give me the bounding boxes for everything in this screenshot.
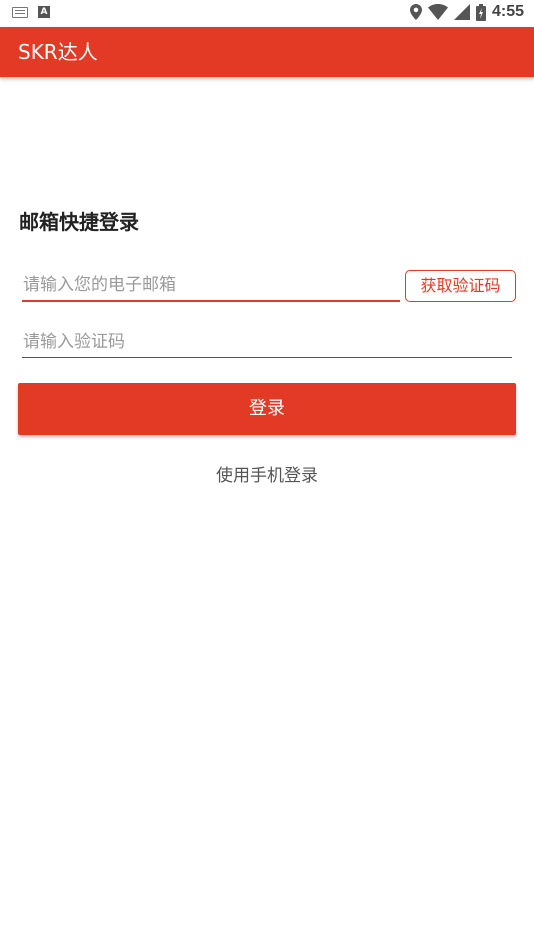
login-heading: 邮箱快捷登录: [19, 210, 139, 234]
battery-icon: [475, 3, 486, 21]
status-bar: A 4:55: [0, 0, 534, 27]
get-code-button[interactable]: 获取验证码: [405, 270, 516, 302]
app-bar: SKR达人: [0, 27, 534, 77]
wifi-icon: [427, 4, 448, 20]
email-field-container: [22, 270, 400, 302]
keyboard-icon: [12, 6, 28, 18]
status-time: 4:55: [491, 3, 524, 20]
code-field-container: [22, 326, 512, 358]
app-title: SKR达人: [18, 40, 98, 64]
signal-icon: [453, 4, 470, 20]
phone-login-link[interactable]: 使用手机登录: [0, 463, 534, 489]
verification-code-input[interactable]: [22, 326, 512, 357]
email-input[interactable]: [22, 270, 400, 300]
login-button[interactable]: 登录: [18, 383, 516, 435]
location-icon: [409, 4, 422, 20]
text-a-icon: A: [38, 6, 50, 18]
